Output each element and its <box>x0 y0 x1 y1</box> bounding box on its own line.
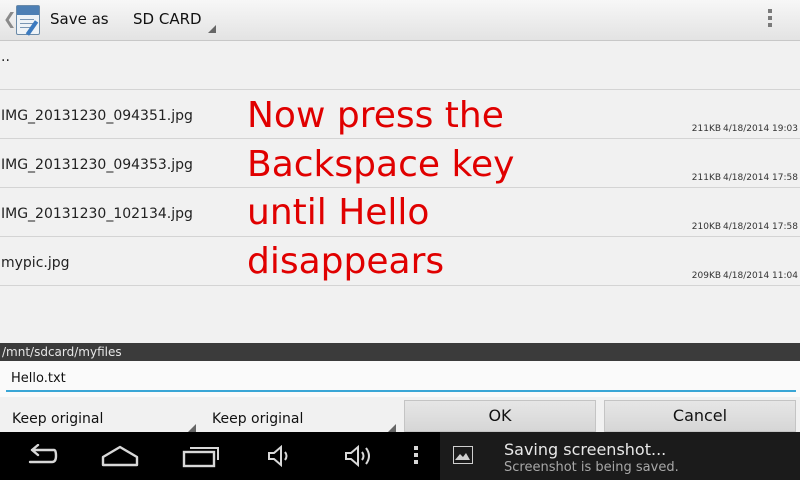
instruction-line: Backspace key <box>247 143 515 185</box>
filename-area <box>0 361 800 397</box>
location-spinner[interactable]: SD CARD <box>133 10 202 28</box>
volume-down-icon[interactable] <box>267 445 293 467</box>
cancel-button[interactable]: Cancel <box>604 400 796 432</box>
file-name: IMG_20131230_094351.jpg <box>1 108 193 124</box>
home-icon[interactable] <box>101 445 139 467</box>
linebreak-spinner-label: Keep original <box>212 411 304 427</box>
encoding-spinner[interactable]: Keep original <box>0 397 196 432</box>
instruction-overlay: Now press the Backspace key until Hello … <box>247 92 587 286</box>
parent-directory-label: .. <box>1 49 10 65</box>
app-icon[interactable] <box>16 5 40 36</box>
current-path: /mnt/sdcard/myfiles <box>2 345 122 359</box>
recents-icon[interactable] <box>182 444 220 468</box>
instruction-line: until Hello <box>247 192 430 233</box>
notification-title: Saving screenshot... <box>504 440 667 459</box>
ok-button[interactable]: OK <box>404 400 596 432</box>
back-icon[interactable] <box>22 444 58 468</box>
filename-input[interactable] <box>6 366 796 392</box>
file-meta: 211KB 4/18/2014 17:58 <box>691 173 798 183</box>
instruction-line: disappears <box>247 240 445 282</box>
current-path-bar: /mnt/sdcard/myfiles <box>0 343 800 361</box>
file-meta: 210KB 4/18/2014 17:58 <box>691 222 798 232</box>
file-name: mypic.jpg <box>1 255 70 271</box>
system-navigation-bar: Saving screenshot... Screenshot is being… <box>0 432 800 480</box>
dropdown-corner-icon <box>188 424 196 432</box>
instruction-line: Now press the <box>247 95 504 136</box>
linebreak-spinner[interactable]: Keep original <box>200 397 396 432</box>
dropdown-corner-icon <box>208 25 216 33</box>
file-name: IMG_20131230_102134.jpg <box>1 206 193 222</box>
encoding-spinner-label: Keep original <box>12 411 104 427</box>
dropdown-corner-icon <box>388 424 396 432</box>
menu-icon[interactable] <box>414 446 419 464</box>
overflow-menu-icon[interactable] <box>768 9 773 31</box>
screenshot-notification[interactable]: Saving screenshot... Screenshot is being… <box>440 432 800 480</box>
file-meta: 209KB 4/18/2014 11:04 <box>691 271 798 281</box>
screen-title: Save as <box>50 10 109 28</box>
parent-directory-row[interactable]: .. <box>0 41 800 90</box>
action-bar: ❮ Save as SD CARD <box>0 0 800 41</box>
file-meta: 211KB 4/18/2014 19:03 <box>691 124 798 134</box>
notification-subtitle: Screenshot is being saved. <box>504 460 679 475</box>
file-name: IMG_20131230_094353.jpg <box>1 157 193 173</box>
volume-up-icon[interactable] <box>344 444 376 468</box>
up-chevron-icon[interactable]: ❮ <box>3 9 16 28</box>
save-controls: Keep original Keep original OK Cancel <box>0 397 800 432</box>
image-icon <box>453 446 473 464</box>
